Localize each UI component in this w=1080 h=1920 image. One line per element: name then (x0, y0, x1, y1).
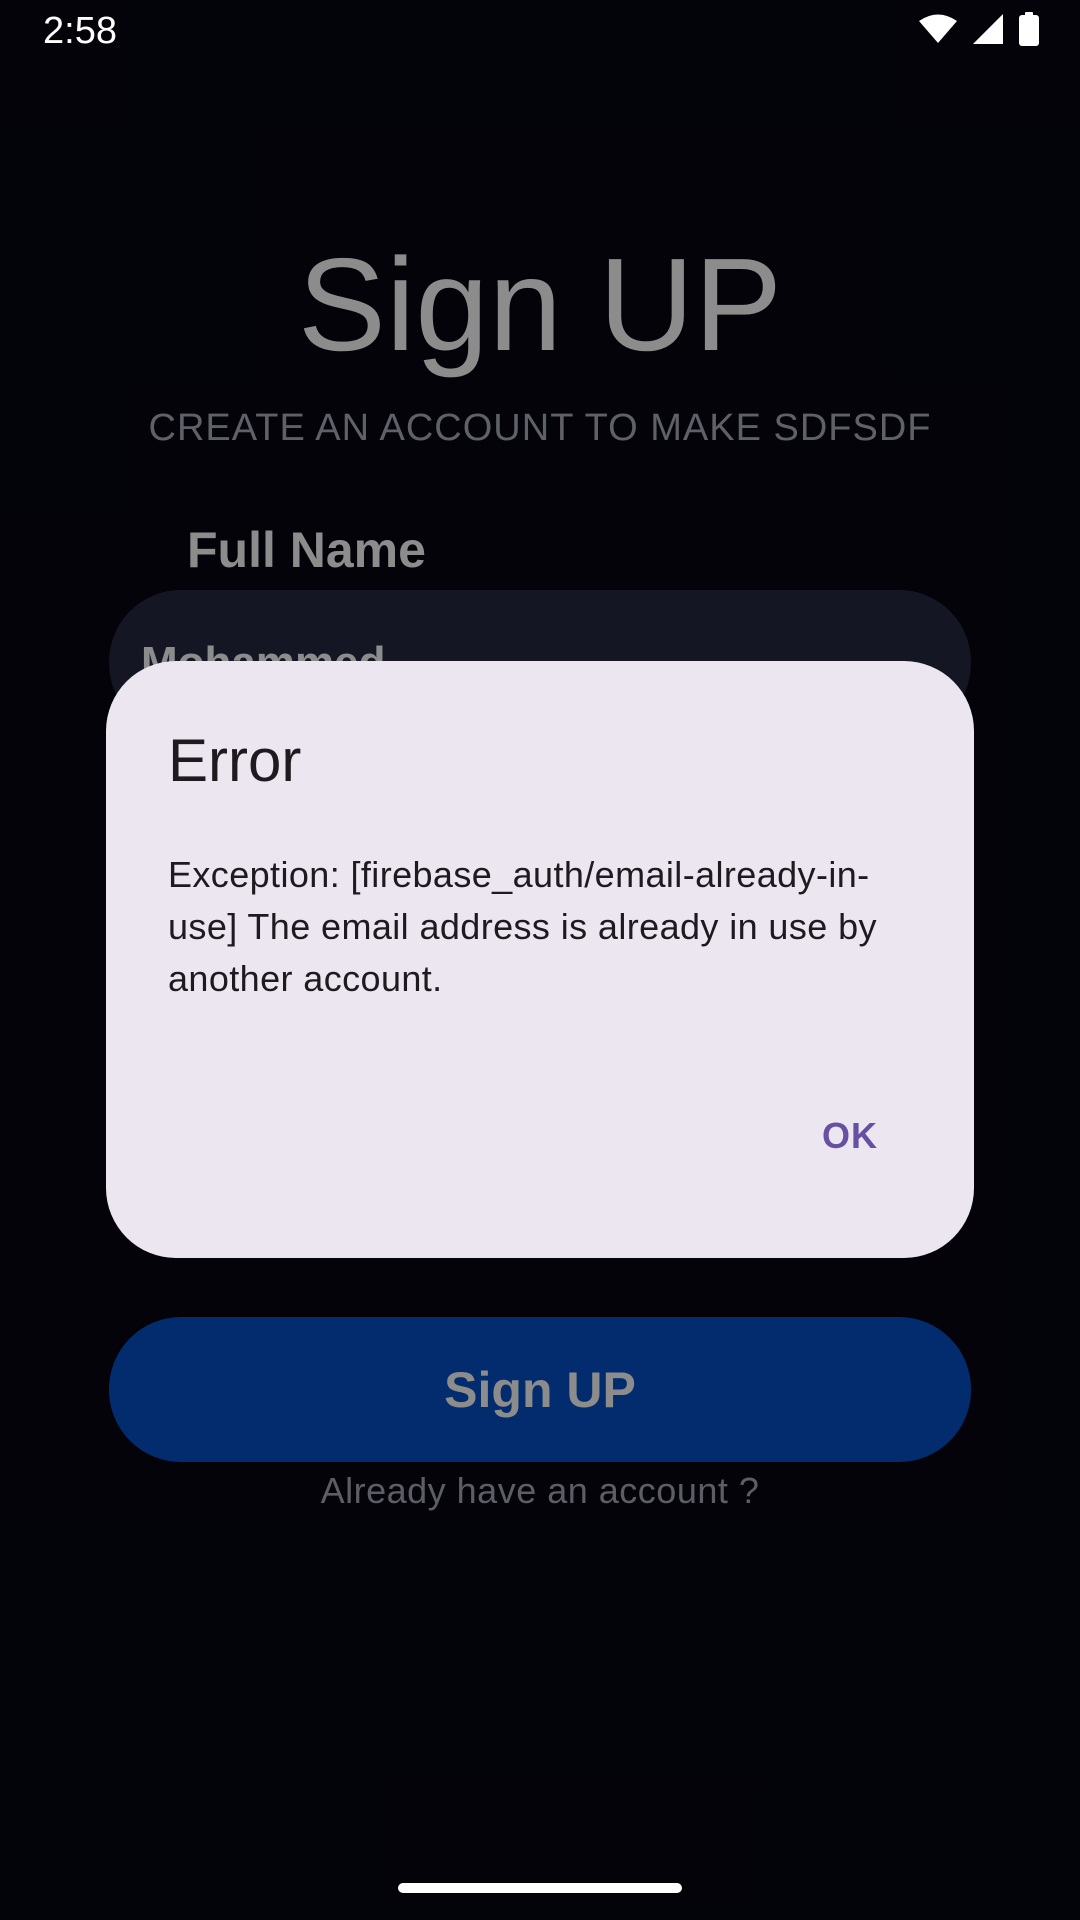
dialog-title: Error (168, 727, 302, 794)
status-bar: 2:58 (0, 0, 1080, 62)
cell-signal-icon (972, 13, 1004, 45)
error-dialog: Error Exception: [firebase_auth/email-al… (106, 661, 974, 1258)
battery-icon (1018, 12, 1040, 46)
signup-screen: 2:58 Sign UP CREATE AN ACCOUNT TO MAKE S… (0, 0, 1080, 1920)
wifi-icon (918, 14, 958, 44)
status-icons (918, 12, 1040, 46)
ok-button[interactable]: OK (804, 1103, 896, 1169)
status-time: 2:58 (43, 10, 117, 52)
dialog-message: Exception: [firebase_auth/email-already-… (168, 854, 877, 999)
home-indicator[interactable] (398, 1883, 682, 1893)
